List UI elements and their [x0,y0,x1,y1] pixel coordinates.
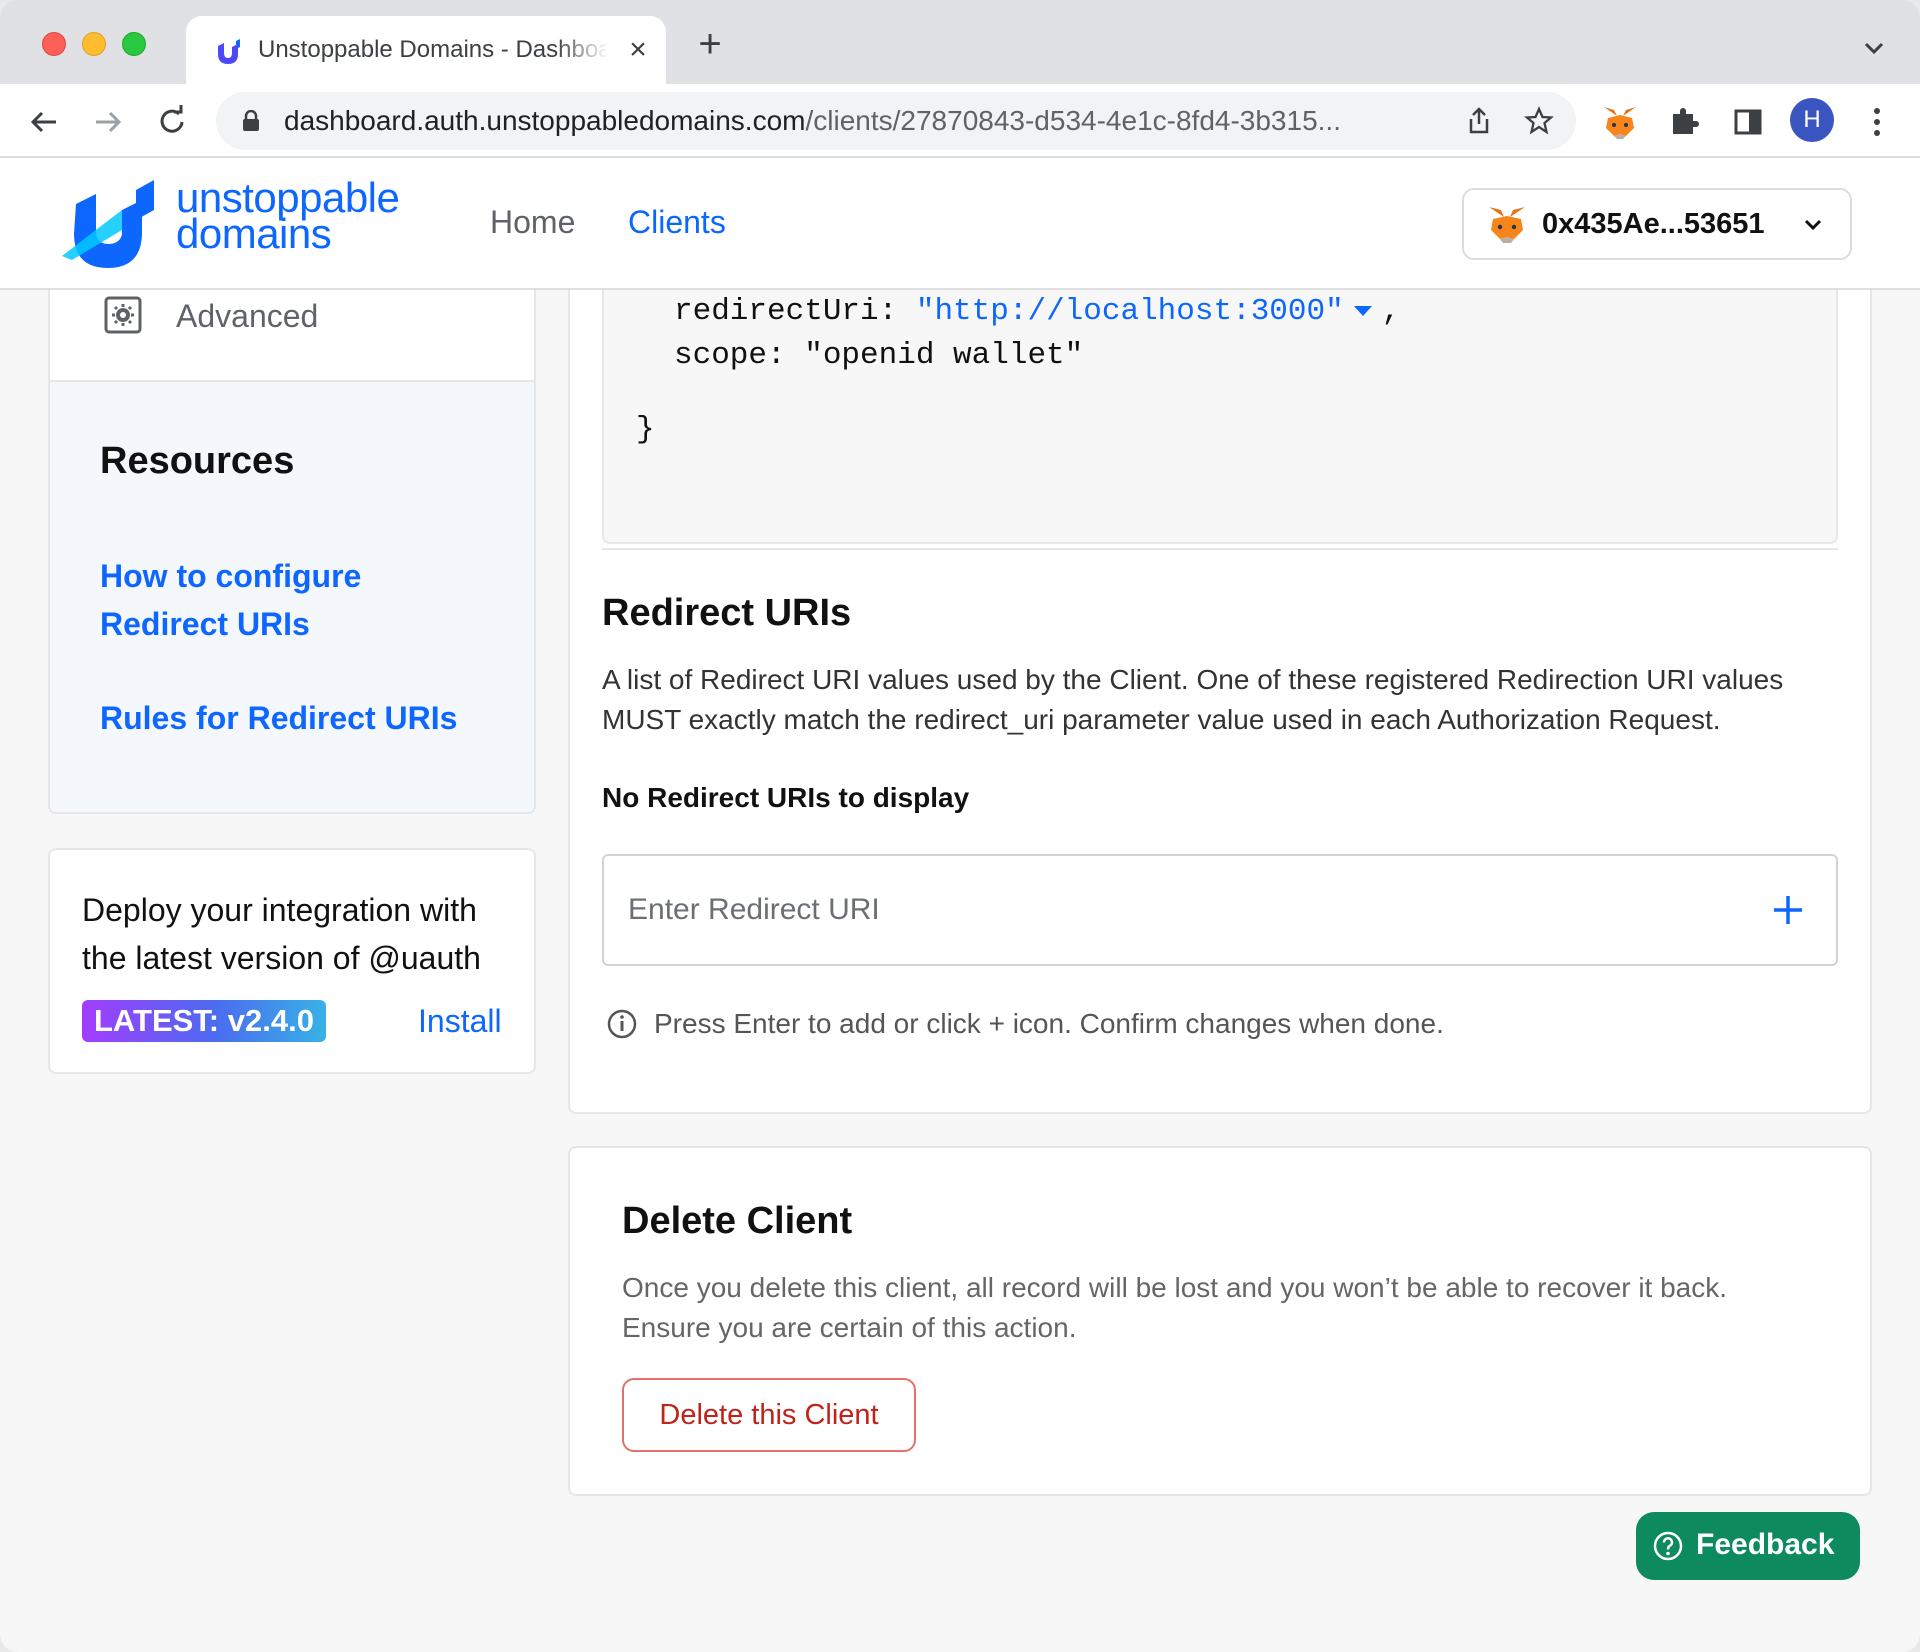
settings-gear-icon [104,296,142,334]
resources-panel: Resources How to configure Redirect URIs… [48,380,536,814]
deploy-card: Deploy your integration with the latest … [48,848,536,1074]
redirect-uri-hint: Press Enter to add or click + icon. Conf… [654,1008,1444,1039]
lock-icon[interactable] [242,110,260,132]
redirect-uris-description: A list of Redirect URI values used by th… [602,664,1784,735]
feedback-label: Feedback [1696,1528,1835,1561]
address-bar[interactable]: dashboard.auth.unstoppabledomains.com/cl… [216,92,1576,150]
redirect-uri-value[interactable]: "http://localhost:3000" [916,294,1344,329]
wallet-dropdown[interactable]: 0x435Ae...53651 [1462,188,1852,260]
share-icon[interactable] [1464,106,1494,136]
tab-title: Unstoppable Domains - Dashboard [258,36,608,63]
info-icon [607,1009,637,1039]
deploy-text: Deploy your integration with the latest … [82,892,481,976]
reload-icon[interactable] [150,100,194,144]
chevron-down-icon [1804,219,1822,231]
tab-search-chevron-icon[interactable] [1856,30,1892,66]
minimize-window-button[interactable] [82,32,106,56]
delete-client-description: Once you delete this client, all record … [622,1272,1728,1343]
tab-close-icon[interactable]: × [620,32,656,68]
resource-link-rules-redirect-uris[interactable]: Rules for Redirect URIs [100,694,457,742]
wallet-address: 0x435Ae...53651 [1542,208,1765,240]
section-divider [602,548,1838,550]
install-link[interactable]: Install [418,1000,502,1042]
back-arrow-icon[interactable] [22,100,66,144]
bookmark-star-icon[interactable] [1524,106,1554,136]
tab-strip: Unstoppable Domains - Dashboard × + [0,0,1920,84]
sidebar-menu: Advanced [48,290,536,382]
browser-toolbar: dashboard.auth.unstoppabledomains.com/cl… [0,84,1920,158]
sidebar-item-advanced[interactable]: Advanced [176,298,318,335]
side-panel-icon[interactable] [1728,102,1768,142]
code-snippet: redirectUri: "http://localhost:3000", sc… [602,290,1838,544]
unstoppable-logo-icon[interactable] [62,180,158,270]
redirect-uri-field[interactable] [602,854,1838,966]
nav-link-clients[interactable]: Clients [628,204,726,241]
maximize-window-button[interactable] [122,32,146,56]
add-redirect-uri-plus-icon[interactable] [1768,890,1808,930]
code-closing-brace: } [636,412,655,447]
redirect-uri-input[interactable] [628,886,1708,934]
dropdown-caret-icon[interactable] [1353,305,1372,316]
nav-link-home[interactable]: Home [490,204,575,241]
new-tab-button[interactable]: + [690,24,730,66]
delete-client-card: Delete Client Once you delete this clien… [568,1146,1872,1496]
metamask-fox-icon [1489,207,1525,243]
code-line-scope: scope: "openid wallet" [674,338,1084,373]
empty-redirect-uris-message: No Redirect URIs to display [602,782,970,813]
help-question-icon [1653,1531,1683,1561]
resources-title: Resources [100,440,295,482]
resource-link-configure-redirect-uris[interactable]: How to configure Redirect URIs [100,552,361,648]
profile-avatar[interactable]: H [1790,98,1834,142]
code-line-redirect-uri: redirectUri: "http://localhost:3000", [674,294,1401,329]
unstoppable-favicon-icon [218,39,240,64]
metamask-extension-icon[interactable] [1600,102,1640,142]
more-menu-icon[interactable] [1862,102,1892,142]
latest-version-badge: LATEST: v2.4.0 [82,1000,326,1042]
client-settings-card: redirectUri: "http://localhost:3000", sc… [568,290,1872,1114]
url-text: dashboard.auth.unstoppabledomains.com/cl… [284,105,1341,136]
logo-wordmark[interactable]: unstoppable domains [176,177,400,255]
close-window-button[interactable] [42,32,66,56]
extensions-puzzle-icon[interactable] [1664,102,1704,142]
delete-client-button[interactable]: Delete this Client [622,1378,916,1452]
redirect-uris-title: Redirect URIs [602,592,852,634]
feedback-button[interactable]: Feedback [1636,1512,1860,1580]
browser-tab-active[interactable]: Unstoppable Domains - Dashboard × [186,16,666,84]
forward-arrow-icon[interactable] [86,100,130,144]
site-header: unstoppable domains Home Clients 0x435Ae… [0,158,1920,290]
browser-window: Unstoppable Domains - Dashboard × + dash… [0,0,1920,1652]
delete-client-title: Delete Client [622,1200,853,1242]
